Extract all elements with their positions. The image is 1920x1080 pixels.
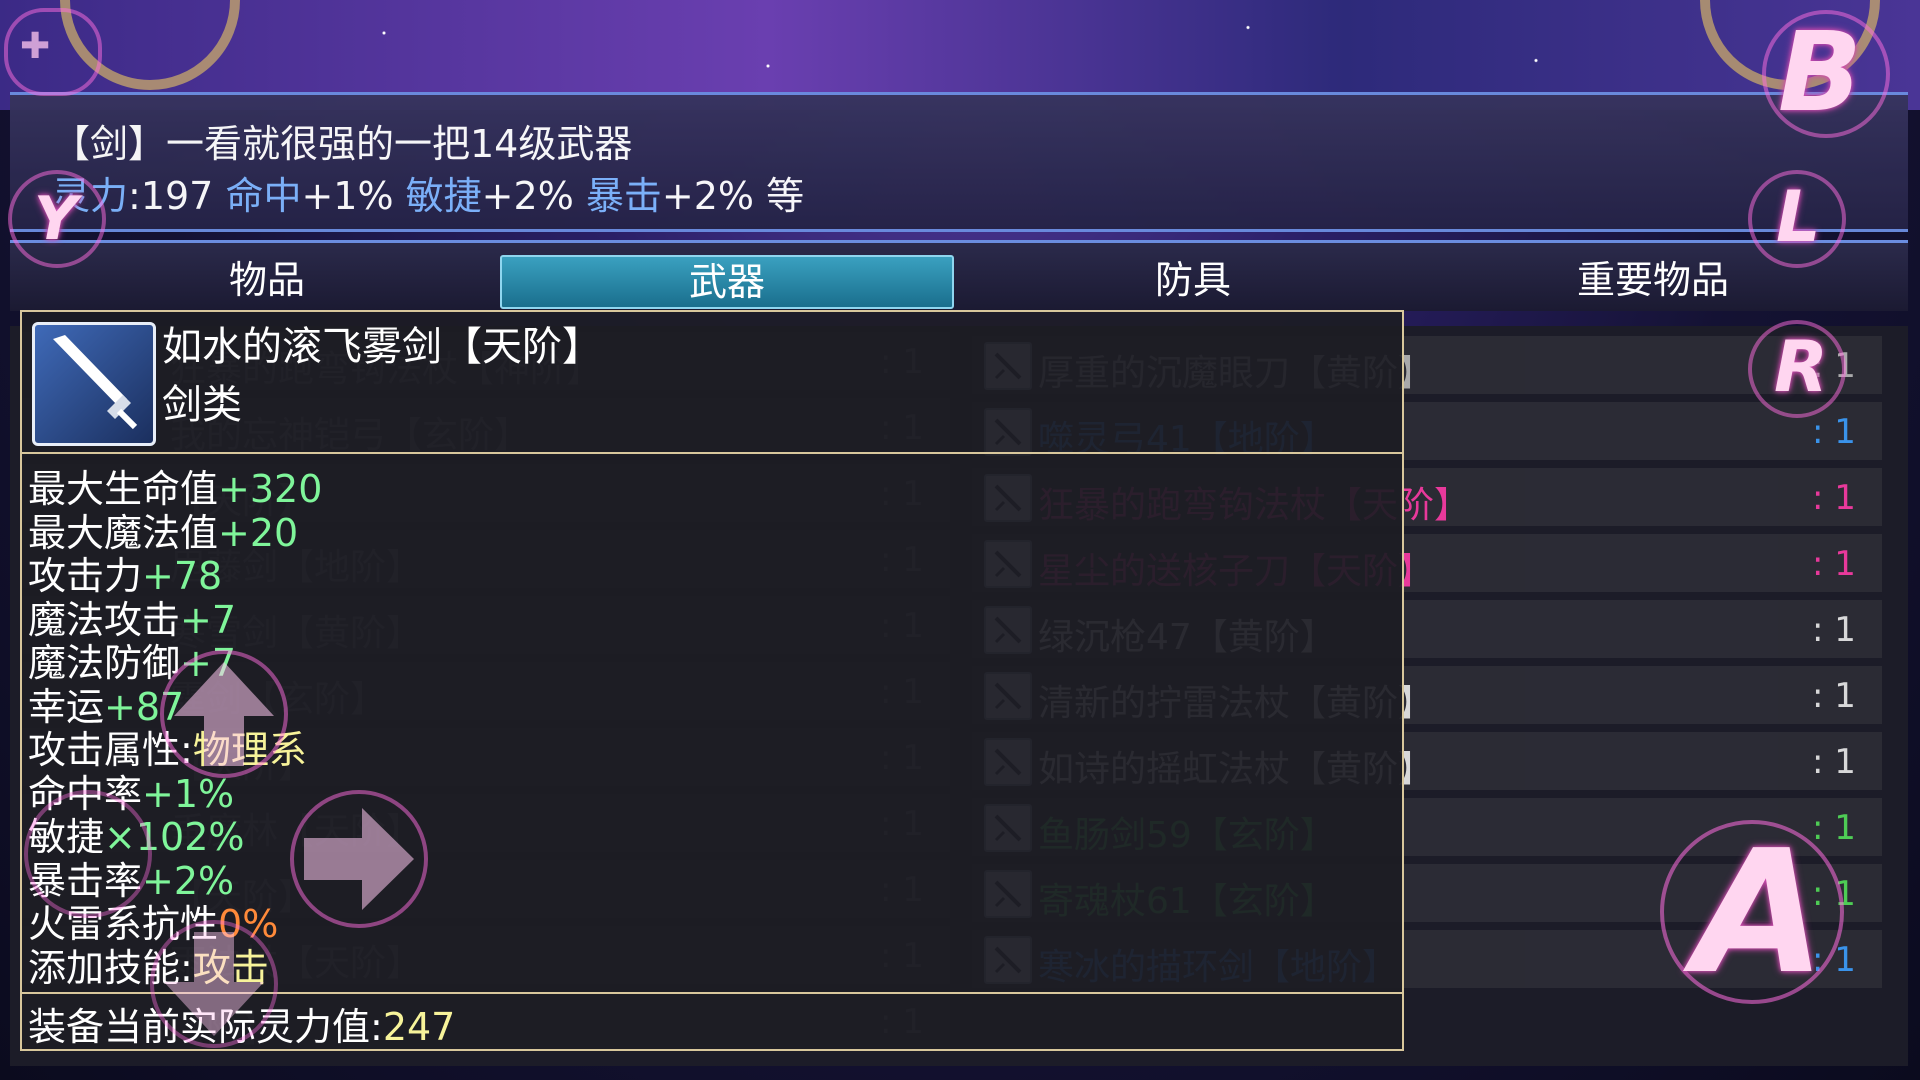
stat-label-hit: 命中 [225,174,302,218]
b-button[interactable]: B [1762,8,1890,138]
right-item-qty: : 1 [1812,478,1856,518]
gamepad-icon[interactable]: ✚ [4,8,102,96]
right-item-qty: : 1 [1812,544,1856,584]
detail-item-type: 剑类 [162,382,242,428]
a-button[interactable]: A [1660,814,1844,1012]
a-button-label: A [1694,814,1826,1012]
stat-value-hit: +1% [301,174,406,218]
dpad-up-arrow[interactable] [160,650,288,778]
l-button-label: L [1776,176,1821,258]
r-button[interactable]: R [1748,320,1846,418]
dpad-right-arrow[interactable] [290,790,428,928]
right-item-qty: : 1 [1812,412,1856,452]
r-button-label: R [1774,326,1828,408]
stat-label-crit: 暴击 [585,174,662,218]
right-item-qty: : 1 [1812,610,1856,650]
stat-value-spirit: :197 [128,174,226,218]
sword-icon [32,322,156,446]
right-item-qty: : 1 [1812,742,1856,782]
stat-value-agility: +2% [481,174,586,218]
stat-label-agility: 敏捷 [405,174,482,218]
y-button-label: Y [34,184,78,254]
y-button[interactable]: Y [8,170,106,268]
detail-divider-top [22,452,1402,454]
dpad-down-arrow[interactable] [150,920,278,1048]
dpad-left-button[interactable] [24,790,152,918]
l-button[interactable]: L [1748,170,1846,268]
detail-item-name: 如水的滚飞雾剑【天阶】 [162,324,602,370]
tab-items[interactable]: 物品 [42,255,492,305]
stat-value-crit: +2% [661,174,767,218]
tab-armor[interactable]: 防具 [968,255,1418,305]
item-description-panel: 【剑】一看就很强的一把14级武器 灵力:197 命中+1% 敏捷+2% 暴击+2… [10,92,1908,232]
item-description-stats: 灵力:197 命中+1% 敏捷+2% 暴击+2% 等 [52,165,804,220]
category-tabs: 物品 武器 防具 重要物品 [10,240,1908,311]
stat-suffix: 等 [766,174,805,218]
attribute-value: +20 [218,510,299,555]
b-button-label: B [1778,8,1862,136]
tab-weapons[interactable]: 武器 [500,255,954,309]
right-item-qty: : 1 [1812,676,1856,716]
footer-value: 247 [382,1005,456,1049]
item-description-title: 【剑】一看就很强的一把14级武器 [52,122,633,166]
